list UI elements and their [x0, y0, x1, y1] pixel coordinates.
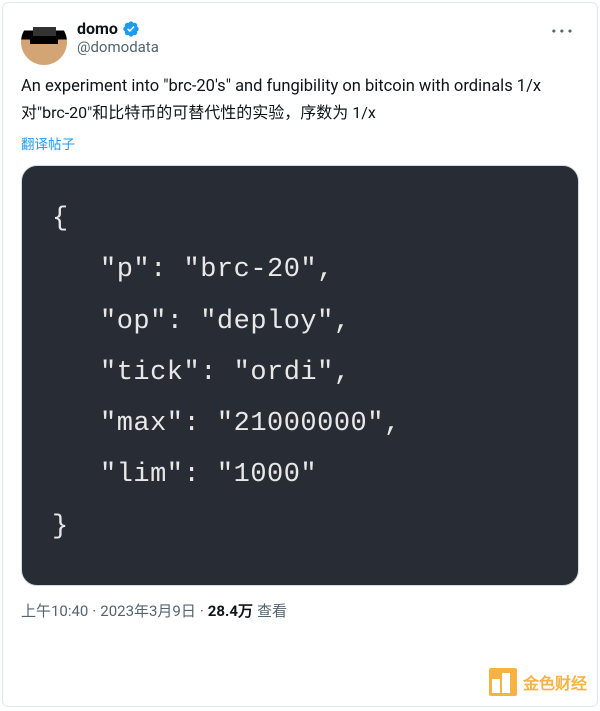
separator-dot: · — [200, 602, 204, 620]
user-handle[interactable]: @domodata — [77, 38, 537, 56]
watermark-text: 金色财经 — [523, 670, 587, 694]
tweet-card: domo @domodata ··· An experiment into "b… — [2, 2, 598, 707]
code-line-close: } — [52, 502, 548, 553]
tweet-meta: 上午10:40 · 2023年3月9日 · 28.4万 查看 — [21, 600, 579, 621]
user-info: domo @domodata — [77, 19, 537, 56]
code-block-image[interactable]: { "p": "brc-20", "op": "deploy", "tick":… — [21, 165, 579, 586]
tweet-text-en: An experiment into "brc-20's" and fungib… — [21, 75, 579, 99]
code-line-1: "p": "brc-20", — [52, 245, 548, 296]
code-line-4: "max": "21000000", — [52, 399, 548, 450]
tweet-text-cn: 对"brc-20"和比特币的可替代性的实验，序数为 1/x — [21, 101, 579, 125]
tweet-header: domo @domodata ··· — [21, 19, 579, 65]
views-count[interactable]: 28.4万 — [208, 600, 253, 621]
avatar-image — [21, 19, 67, 65]
separator-dot: · — [92, 602, 96, 620]
code-line-open: { — [52, 194, 548, 245]
tweet-date[interactable]: 2023年3月9日 — [100, 600, 196, 621]
code-line-3: "tick": "ordi", — [52, 348, 548, 399]
avatar[interactable] — [21, 19, 67, 65]
code-line-5: "lim": "1000" — [52, 450, 548, 501]
name-row: domo — [77, 19, 537, 38]
verified-badge-icon — [122, 20, 140, 38]
more-button[interactable]: ··· — [547, 19, 579, 43]
watermark-icon — [489, 668, 517, 696]
watermark: 金色财经 — [489, 668, 587, 696]
code-line-2: "op": "deploy", — [52, 297, 548, 348]
views-label: 查看 — [257, 600, 287, 621]
tweet-time[interactable]: 上午10:40 — [21, 600, 88, 621]
translate-link[interactable]: 翻译帖子 — [21, 133, 75, 153]
display-name[interactable]: domo — [77, 19, 118, 38]
